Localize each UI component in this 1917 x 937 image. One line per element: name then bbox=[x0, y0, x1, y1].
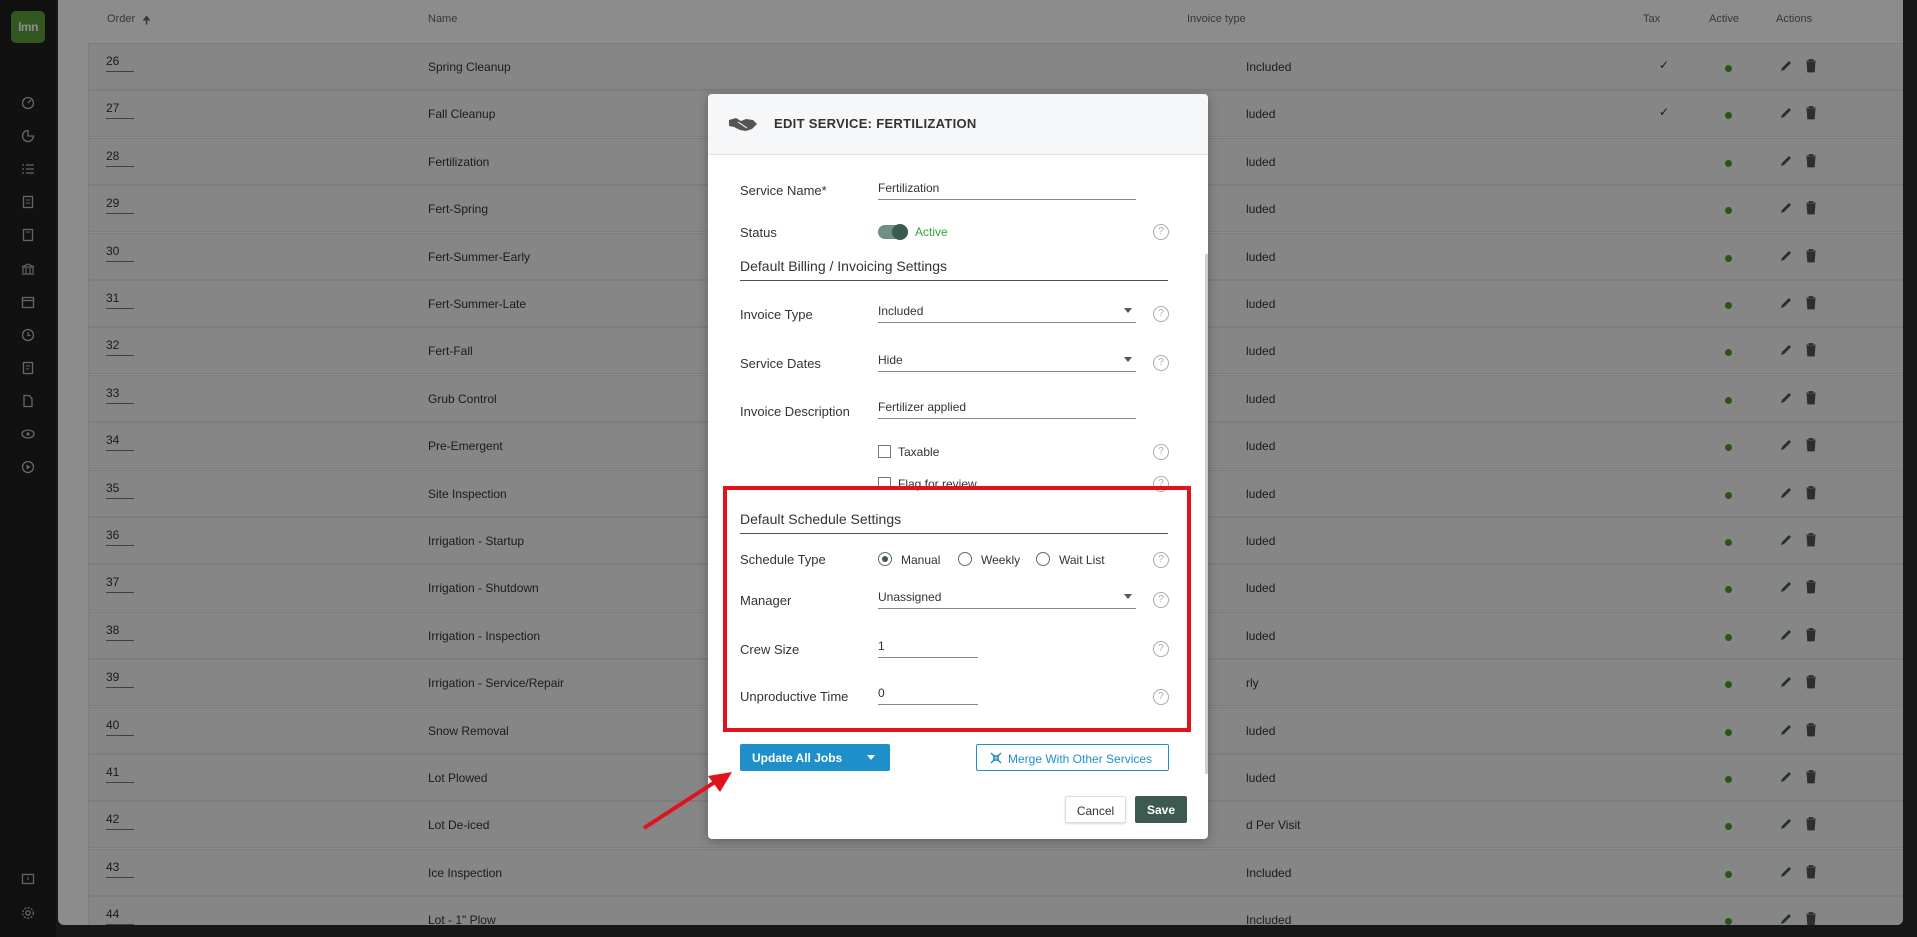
annotation-arrow-icon bbox=[642, 772, 732, 830]
cancel-label: Cancel bbox=[1076, 804, 1115, 818]
schedule-settings-highlight bbox=[723, 486, 1191, 732]
merge-services-button[interactable]: Merge With Other Services bbox=[976, 744, 1169, 771]
help-icon[interactable]: ? bbox=[1153, 306, 1169, 322]
invoice-type-label: Invoice Type bbox=[740, 307, 813, 322]
modal-scrollbar[interactable] bbox=[1205, 254, 1208, 774]
save-button[interactable]: Save bbox=[1135, 796, 1187, 823]
service-dates-label: Service Dates bbox=[740, 356, 821, 371]
update-all-jobs-label: Update All Jobs bbox=[752, 751, 843, 765]
service-dates-select[interactable]: Hide bbox=[878, 353, 1136, 372]
dropdown-caret-icon bbox=[1124, 357, 1132, 362]
status-toggle[interactable] bbox=[878, 224, 908, 240]
status-value: Active bbox=[915, 225, 948, 239]
handshake-icon bbox=[729, 118, 757, 131]
service-name-input[interactable]: Fertilization bbox=[878, 181, 1136, 200]
dropdown-caret-icon bbox=[1124, 308, 1132, 313]
update-all-jobs-button[interactable]: Update All Jobs bbox=[740, 744, 890, 771]
invoice-description-label: Invoice Description bbox=[740, 404, 850, 419]
merge-services-label: Merge With Other Services bbox=[1008, 752, 1153, 766]
chevron-down-icon bbox=[867, 755, 875, 760]
taxable-checkbox[interactable] bbox=[878, 445, 891, 458]
invoice-description-input[interactable]: Fertilizer applied bbox=[878, 400, 1136, 419]
help-icon[interactable]: ? bbox=[1153, 444, 1169, 460]
service-dates-value: Hide bbox=[878, 353, 903, 367]
save-label: Save bbox=[1146, 803, 1176, 817]
invoice-type-select[interactable]: Included bbox=[878, 304, 1136, 323]
cancel-button[interactable]: Cancel bbox=[1065, 796, 1126, 823]
merge-icon bbox=[990, 752, 1002, 764]
status-label: Status bbox=[740, 225, 777, 240]
billing-section-title: Default Billing / Invoicing Settings bbox=[740, 258, 1168, 281]
invoice-type-value: Included bbox=[878, 304, 924, 318]
modal-title: EDIT SERVICE: FERTILIZATION bbox=[774, 116, 977, 131]
service-name-label: Service Name* bbox=[740, 183, 827, 198]
modal-header: EDIT SERVICE: FERTILIZATION bbox=[708, 94, 1208, 155]
taxable-label: Taxable bbox=[898, 445, 940, 459]
help-icon[interactable]: ? bbox=[1153, 355, 1169, 371]
help-icon[interactable]: ? bbox=[1153, 224, 1169, 240]
